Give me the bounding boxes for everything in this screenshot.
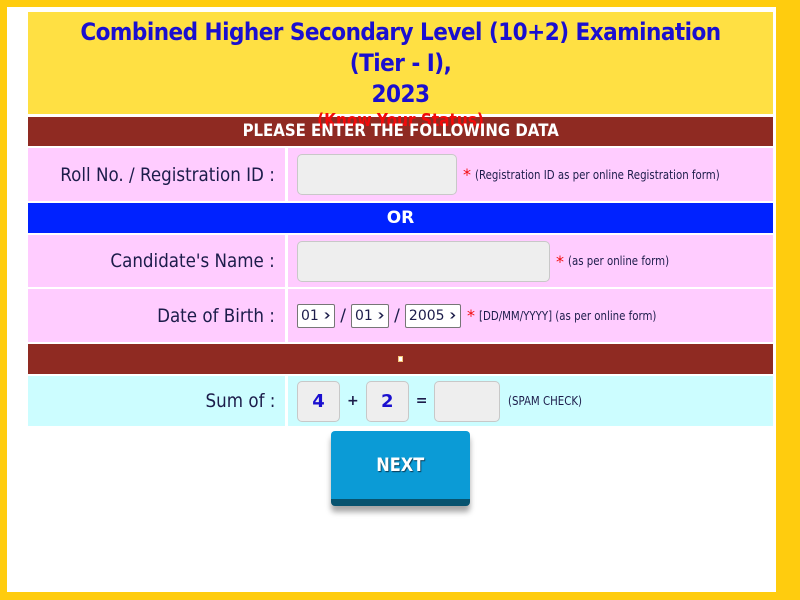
dob-month-select[interactable]: 01 ❯: [350, 303, 390, 328]
page-frame: Combined Higher Secondary Level (10+2) E…: [7, 7, 776, 592]
status-form: Combined Higher Secondary Level (10+2) E…: [28, 12, 773, 506]
captcha-equals: =: [415, 393, 428, 409]
page-title-line2: 2023: [371, 80, 431, 108]
name-hint: (as per online form): [568, 254, 670, 268]
roll-hint: (Registration ID as per online Registrat…: [475, 167, 720, 182]
dob-label: Date of Birth :: [157, 304, 275, 327]
roll-label: Roll No. / Registration ID :: [60, 163, 275, 186]
name-label-cell: Candidate's Name :: [28, 235, 285, 287]
captcha-operand-b: 2: [365, 380, 409, 422]
roll-input-cell: * (Registration ID as per online Registr…: [288, 148, 773, 201]
dob-input-cell: 01 ❯ / 01 ❯ / 2005 ❯ * [DD/MM/YYYY] (as …: [288, 289, 773, 342]
required-mark: *: [466, 306, 475, 325]
page-header: Combined Higher Secondary Level (10+2) E…: [28, 12, 773, 131]
separator-dot: [399, 357, 402, 361]
separator-bar: [28, 344, 773, 374]
instruction-text: PLEASE ENTER THE FOLLOWING DATA: [242, 121, 559, 141]
captcha-operator: +: [347, 393, 359, 409]
next-button[interactable]: NEXT: [331, 431, 470, 506]
required-mark: *: [463, 165, 471, 184]
dob-row: Date of Birth : 01 ❯ / 01 ❯ / 2005 ❯ * [: [28, 289, 773, 342]
or-bar: OR: [28, 203, 773, 233]
dob-year-select[interactable]: 2005 ❯: [404, 303, 461, 328]
chevron-down-icon: ❯: [322, 312, 332, 319]
dob-month-value: 01: [354, 307, 373, 324]
date-separator: /: [340, 305, 346, 326]
roll-label-cell: Roll No. / Registration ID :: [28, 148, 285, 201]
dob-label-cell: Date of Birth :: [28, 289, 285, 342]
captcha-label: Sum of :: [205, 390, 275, 412]
chevron-down-icon: ❯: [376, 312, 386, 319]
next-button-label: NEXT: [376, 454, 425, 476]
captcha-answer-input[interactable]: [434, 380, 501, 422]
roll-number-input[interactable]: [297, 154, 457, 195]
captcha-row: Sum of : 4 + 2 = (SPAM CHECK): [28, 376, 773, 426]
required-mark: *: [556, 251, 564, 271]
name-label: Candidate's Name :: [110, 250, 275, 272]
captcha-input-cell: 4 + 2 = (SPAM CHECK): [288, 376, 773, 426]
name-input-cell: * (as per online form): [288, 235, 773, 287]
spam-check-hint: (SPAM CHECK): [508, 394, 583, 408]
captcha-operand-a: 4: [297, 380, 340, 422]
candidate-name-input[interactable]: [297, 240, 550, 282]
name-row: Candidate's Name : * (as per online form…: [28, 235, 773, 287]
dob-day-value: 01: [301, 307, 319, 324]
dob-year-value: 2005: [408, 307, 445, 324]
chevron-down-icon: ❯: [448, 312, 457, 319]
dob-day-select[interactable]: 01 ❯: [297, 303, 336, 328]
dob-hint: [DD/MM/YYYY] (as per online form): [478, 308, 657, 323]
button-area: NEXT: [28, 431, 773, 506]
page-title-line1: Combined Higher Secondary Level (10+2) E…: [80, 18, 721, 77]
captcha-label-cell: Sum of :: [28, 376, 285, 426]
date-separator: /: [394, 305, 400, 326]
roll-row: Roll No. / Registration ID : * (Registra…: [28, 148, 773, 201]
